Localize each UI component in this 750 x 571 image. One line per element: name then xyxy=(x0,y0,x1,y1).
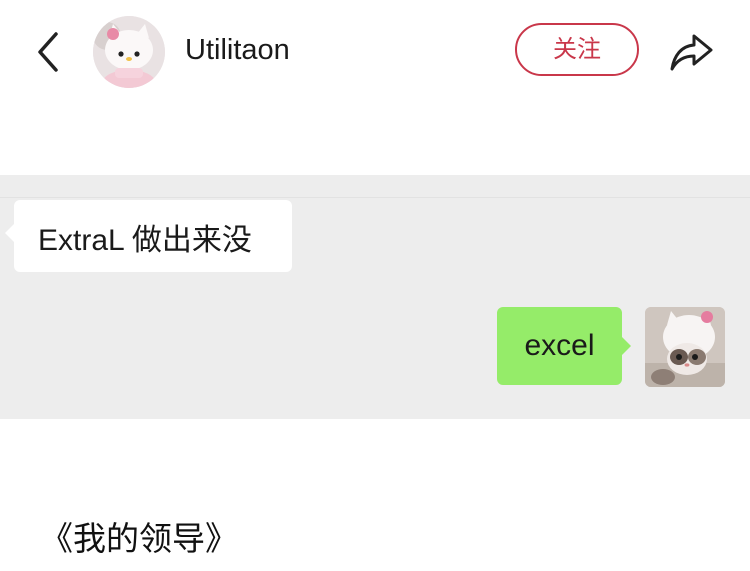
username[interactable]: Utilitaon xyxy=(185,34,290,67)
profile-header: Utilitaon 关注 xyxy=(0,0,750,175)
article-caption: 《我的领导》 xyxy=(40,519,238,558)
outgoing-message-bubble: excel xyxy=(497,307,631,385)
outgoing-message-text: excel xyxy=(524,329,595,362)
incoming-message-text: ExtraL 做出来没 xyxy=(38,224,252,257)
chat-divider xyxy=(0,197,750,198)
user-avatar[interactable] xyxy=(93,16,165,88)
share-button[interactable] xyxy=(668,28,716,76)
incoming-message-bubble: ExtraL 做出来没 xyxy=(5,200,292,272)
chevron-left-icon xyxy=(38,32,58,72)
self-avatar xyxy=(645,307,725,387)
share-arrow-icon xyxy=(670,34,713,71)
back-button[interactable] xyxy=(30,28,70,76)
hello-kitty-plush-avatar xyxy=(93,16,165,88)
kitten-in-hello-kitty-hat-avatar xyxy=(645,307,725,387)
follow-button[interactable]: 关注 xyxy=(515,23,639,76)
